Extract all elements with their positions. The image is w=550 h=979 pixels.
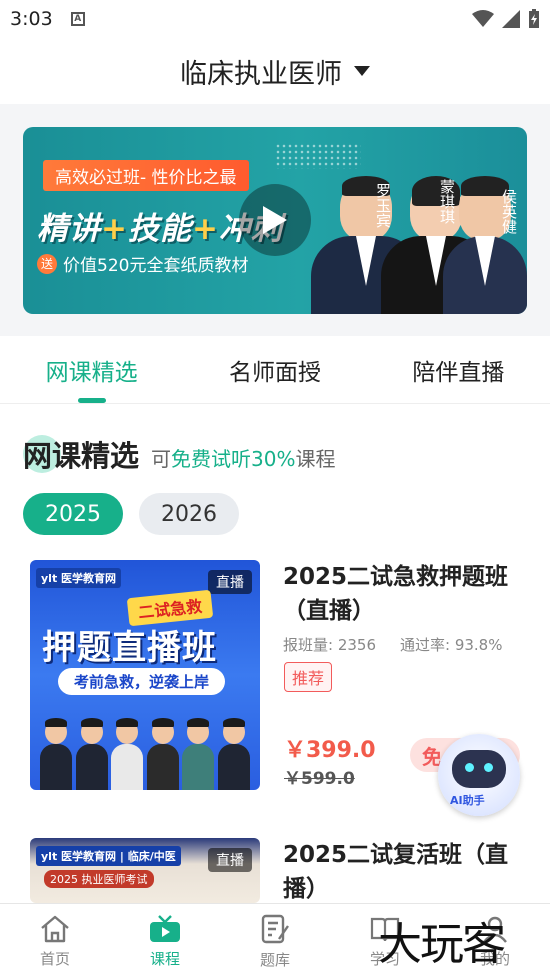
live-badge: 直播 xyxy=(208,848,252,872)
year-chip-2025[interactable]: 2025 xyxy=(23,493,123,535)
nav-courses-label: 课程 xyxy=(149,950,180,968)
chevron-down-icon[interactable] xyxy=(354,66,370,76)
thumb-main-text: 押题直播班 xyxy=(42,628,217,668)
banner-gift: 送 价值520元全套纸质教材 xyxy=(37,251,248,276)
section-heading: 网课精选 可免费试听30%课程 xyxy=(23,433,335,475)
thumb-pill: 考前急救，逆袭上岸 xyxy=(58,668,226,695)
status-time: 3:03 xyxy=(10,8,53,30)
year-filter: 2025 2026 xyxy=(23,493,239,535)
banner-headline-plus: + xyxy=(101,211,128,247)
robot-icon xyxy=(452,750,506,788)
play-button[interactable] xyxy=(239,184,311,256)
thumb-line: 2025 执业医师考试 xyxy=(44,870,154,888)
year-chip-2026[interactable]: 2026 xyxy=(139,493,239,535)
nav-question-bank-label: 题库 xyxy=(259,951,290,969)
banner-headline-plus: + xyxy=(191,211,219,247)
live-badge: 直播 xyxy=(208,570,252,594)
thumb-logo: ylt 医学教育网 | 临床/中医 xyxy=(36,846,181,866)
section-subtitle-prefix: 可 xyxy=(151,447,172,471)
gift-badge: 送 xyxy=(37,253,57,274)
teacher-name: 罗玉宾 xyxy=(374,183,392,228)
section-subtitle-highlight: 免费试听30% xyxy=(171,447,296,471)
course-card[interactable]: ylt 医学教育网 | 临床/中医 直播 2025 执业医师考试 2025二试复… xyxy=(30,838,530,903)
course-original-price: ￥599.0 xyxy=(284,769,355,789)
teacher-name: 蒙琪琪 xyxy=(438,179,456,224)
ai-assistant-label: AI助手 xyxy=(450,794,485,807)
section-subtitle: 可免费试听30%课程 xyxy=(151,443,335,472)
gift-text: 价值520元全套纸质教材 xyxy=(63,256,249,276)
course-meta: 报班量: 2356 通过率: 93.8% xyxy=(283,634,502,655)
nav-home-label: 首页 xyxy=(39,950,70,968)
play-icon xyxy=(263,206,287,234)
status-bar: 3:03 A xyxy=(0,0,550,38)
banner-headline-part: 精讲 xyxy=(37,211,101,247)
sim-icon: A xyxy=(70,12,85,26)
tab-live-companion[interactable]: 陪伴直播 xyxy=(367,336,550,403)
category-tabs: 网课精选 名师面授 陪伴直播 xyxy=(0,336,550,404)
status-icons xyxy=(472,9,540,29)
nav-home[interactable]: 首页 xyxy=(0,904,110,979)
course-enroll-count: 报班量: 2356 xyxy=(283,636,376,654)
watermark-text: 大玩客 xyxy=(378,919,506,970)
course-title[interactable]: 2025二试急救押题班（直播） xyxy=(283,560,523,628)
signal-icon xyxy=(502,10,520,28)
banner-tag: 高效必过班- 性价比之最 xyxy=(43,160,249,191)
course-thumbnail[interactable]: ylt 医学教育网 | 临床/中医 直播 2025 执业医师考试 xyxy=(30,838,260,903)
thumb-logo: ylt 医学教育网 xyxy=(36,568,122,588)
ai-assistant-button[interactable]: AI助手 xyxy=(438,734,520,816)
notes-icon xyxy=(261,914,289,944)
course-pass-rate: 通过率: 93.8% xyxy=(400,636,503,654)
section-subtitle-suffix: 课程 xyxy=(295,447,336,471)
banner-dots-decoration xyxy=(275,143,361,169)
app-header[interactable]: 临床执业医师 xyxy=(0,38,550,104)
recommend-badge: 推荐 xyxy=(284,662,333,692)
thumb-teachers xyxy=(40,710,250,790)
promo-banner[interactable]: 高效必过班- 性价比之最 精讲+技能+冲刺 送 价值520元全套纸质教材 罗玉宾… xyxy=(23,127,527,314)
course-price: ￥399.0 xyxy=(284,738,376,763)
teacher-name: 侯英健 xyxy=(500,189,518,234)
tab-teacher-classes[interactable]: 名师面授 xyxy=(183,336,366,403)
nav-courses[interactable]: 课程 xyxy=(110,904,220,979)
tv-icon xyxy=(150,915,180,942)
section-title: 网课精选 xyxy=(23,439,140,473)
tab-online-courses[interactable]: 网课精选 xyxy=(0,336,183,403)
course-title[interactable]: 2025二试复活班（直播） xyxy=(283,838,523,903)
battery-icon xyxy=(529,9,539,28)
nav-question-bank[interactable]: 题库 xyxy=(220,904,330,979)
wifi-icon xyxy=(472,10,494,27)
banner-headline-part: 技能 xyxy=(127,211,192,247)
exam-selector-title[interactable]: 临床执业医师 xyxy=(180,52,342,91)
course-thumbnail[interactable]: ylt 医学教育网 直播 二试急救 押题直播班 考前急救，逆袭上岸 xyxy=(30,560,260,790)
home-icon xyxy=(41,915,69,943)
